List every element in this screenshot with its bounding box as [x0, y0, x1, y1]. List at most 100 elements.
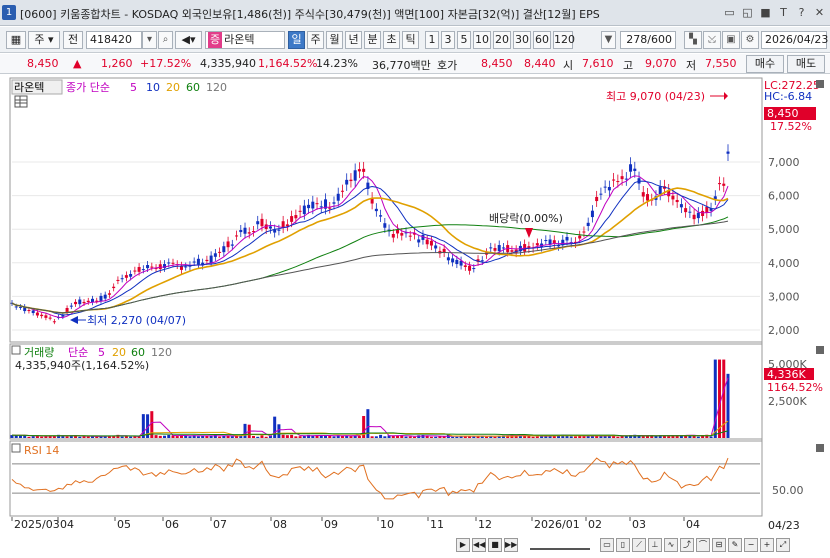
- interval-3-button[interactable]: 3: [441, 31, 455, 49]
- gear-icon[interactable]: ⚙: [741, 31, 759, 49]
- candle: [239, 230, 243, 233]
- ma-10-label: 10: [146, 81, 160, 94]
- hline-tool-icon[interactable]: ⊟: [712, 538, 726, 552]
- rsi-panel-close-icon[interactable]: [816, 444, 824, 452]
- crosshair-icon[interactable]: ⤩: [703, 31, 721, 49]
- erase-tool-icon[interactable]: ✎: [728, 538, 742, 552]
- help-icon[interactable]: ?: [793, 4, 810, 21]
- candle: [65, 307, 69, 312]
- fullscreen-icon[interactable]: ⤢: [776, 538, 790, 552]
- interval-60-button[interactable]: 60: [533, 31, 551, 49]
- stock-chart[interactable]: 7,0006,0005,0004,0003,0002,0005,000K2,50…: [0, 76, 830, 558]
- candle: [408, 235, 412, 237]
- volume-bar: [158, 435, 162, 438]
- volume-bar: [129, 436, 133, 438]
- candle: [684, 208, 688, 213]
- candle: [391, 233, 395, 238]
- period-3-button[interactable]: 년: [345, 31, 362, 49]
- save-icon[interactable]: ▣: [722, 31, 740, 49]
- cursor-date: 04/23: [768, 519, 800, 532]
- date-input[interactable]: 2026/04/23: [761, 31, 828, 49]
- period-1-button[interactable]: 주: [307, 31, 324, 49]
- chart-range-slider[interactable]: [530, 540, 590, 550]
- stop-icon[interactable]: ■: [488, 538, 502, 552]
- candle: [256, 221, 260, 225]
- search-icon[interactable]: ⌕: [158, 31, 173, 49]
- restore-icon[interactable]: ▭: [721, 4, 738, 21]
- period-2-button[interactable]: 월: [326, 31, 343, 49]
- volume-bar: [485, 436, 489, 438]
- stock-code-input[interactable]: 418420: [86, 31, 142, 49]
- table-icon[interactable]: [14, 95, 28, 108]
- arc-tool-icon[interactable]: ⌒: [696, 538, 710, 552]
- sound-icon[interactable]: ◀▾: [175, 31, 202, 49]
- ma-120-label: 120: [206, 81, 227, 94]
- zoom-in-icon[interactable]: +: [760, 538, 774, 552]
- interval-120-button[interactable]: 120: [553, 31, 575, 49]
- candle: [137, 267, 141, 272]
- open-label: 시: [563, 59, 574, 72]
- line-tool-icon[interactable]: ⟋: [632, 538, 646, 552]
- prev-button[interactable]: 전: [63, 31, 83, 49]
- code-dropdown-icon[interactable]: ▾: [142, 31, 157, 49]
- tile-icon[interactable]: ◱: [739, 4, 756, 21]
- close-icon[interactable]: ✕: [811, 4, 828, 21]
- volume-bar: [40, 436, 44, 438]
- fill-icon[interactable]: ■: [757, 4, 774, 21]
- volume-label: 거래량: [24, 346, 54, 359]
- current-price: 8,450: [27, 57, 59, 70]
- candle: [692, 214, 696, 220]
- low-annotation: 최저 2,270 (04/07): [87, 314, 186, 327]
- period-6-button[interactable]: 틱: [402, 31, 419, 49]
- price-panel-close-icon[interactable]: [816, 80, 824, 88]
- scroll-right-icon[interactable]: ▶: [456, 538, 470, 552]
- buy-button[interactable]: 매수: [746, 55, 784, 73]
- zoom-out-icon[interactable]: −: [744, 538, 758, 552]
- period-0-button[interactable]: 일: [288, 31, 305, 49]
- interval-30-button[interactable]: 30: [513, 31, 531, 49]
- candle: [357, 169, 361, 172]
- period-4-button[interactable]: 분: [364, 31, 381, 49]
- interval-5-button[interactable]: 5: [457, 31, 471, 49]
- tools-icon[interactable]: ▚: [684, 31, 702, 49]
- volume-ma-120: 120: [151, 346, 172, 359]
- scroll-last-icon[interactable]: ▶▶: [504, 538, 518, 552]
- period-5-button[interactable]: 초: [383, 31, 400, 49]
- zoom-fit-icon[interactable]: ▯: [616, 538, 630, 552]
- volume-ratio: 1,164.52%: [258, 57, 318, 70]
- volume-bar: [264, 436, 268, 438]
- candle: [146, 265, 150, 269]
- candle: [472, 268, 476, 270]
- candle: [383, 223, 387, 228]
- candle: [336, 193, 340, 201]
- wave-tool-icon[interactable]: ∿: [664, 538, 678, 552]
- market-type-select[interactable]: 주 ▾: [28, 31, 60, 49]
- interval-10-button[interactable]: 10: [473, 31, 491, 49]
- volume-panel-close-icon[interactable]: [816, 346, 824, 354]
- volume-bar: [163, 435, 167, 438]
- candle: [603, 186, 607, 188]
- down-arrow-icon[interactable]: ▼: [601, 31, 616, 49]
- grid-icon[interactable]: ▦: [6, 31, 26, 49]
- trend-tool-icon[interactable]: ⤴: [680, 538, 694, 552]
- candle: [489, 247, 493, 249]
- window-controls: ▭ ◱ ■ T ? ✕: [721, 4, 828, 21]
- candle: [52, 321, 56, 323]
- sell-button[interactable]: 매도: [787, 55, 825, 73]
- volume-bar: [188, 436, 192, 438]
- candle: [612, 179, 616, 181]
- candle: [86, 300, 90, 303]
- high-price: 9,070: [645, 57, 677, 70]
- interval-1-button[interactable]: 1: [425, 31, 439, 49]
- chart-scroll-controls: ▶ ◀◀ ■ ▶▶: [456, 538, 518, 552]
- text-icon[interactable]: T: [775, 4, 792, 21]
- x-axis-label: 12: [478, 518, 492, 531]
- zoom-box-icon[interactable]: ▭: [600, 538, 614, 552]
- stock-name-field[interactable]: 증 라온텍: [205, 31, 285, 49]
- interval-20-button[interactable]: 20: [493, 31, 511, 49]
- candle: [78, 299, 82, 305]
- candle: [705, 206, 709, 213]
- candle: [44, 315, 48, 318]
- scroll-first-icon[interactable]: ◀◀: [472, 538, 486, 552]
- bar-tool-icon[interactable]: ⊥: [648, 538, 662, 552]
